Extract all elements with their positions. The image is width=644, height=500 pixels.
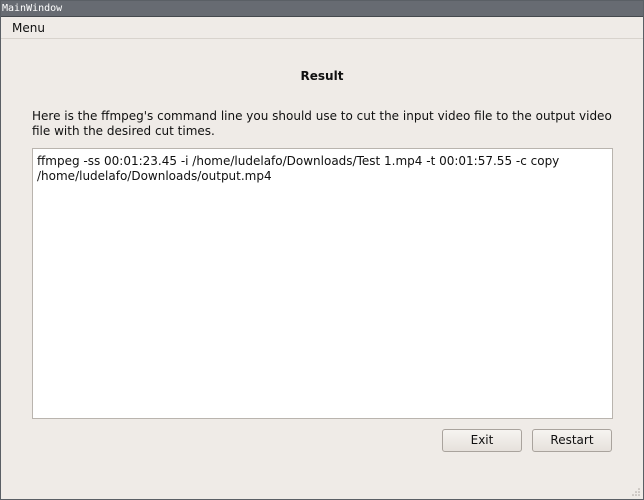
command-line-textbox[interactable]: ffmpeg -ss 00:01:23.45 -i /home/ludelafo… [32,148,613,419]
size-grip-icon[interactable] [632,488,640,496]
result-description: Here is the ffmpeg's command line you sh… [32,109,612,138]
menu-bar: Menu [1,18,643,39]
command-line-text: ffmpeg -ss 00:01:23.45 -i /home/ludelafo… [37,154,560,183]
window-title: MainWindow [2,3,63,14]
restart-button[interactable]: Restart [532,429,612,452]
page-title: Result [300,69,344,83]
menu-item-menu[interactable]: Menu [12,21,45,36]
main-window: MainWindow Menu Result Here is the ffmpe… [0,0,644,500]
exit-button[interactable]: Exit [442,429,522,452]
title-bar[interactable]: MainWindow [1,1,643,17]
